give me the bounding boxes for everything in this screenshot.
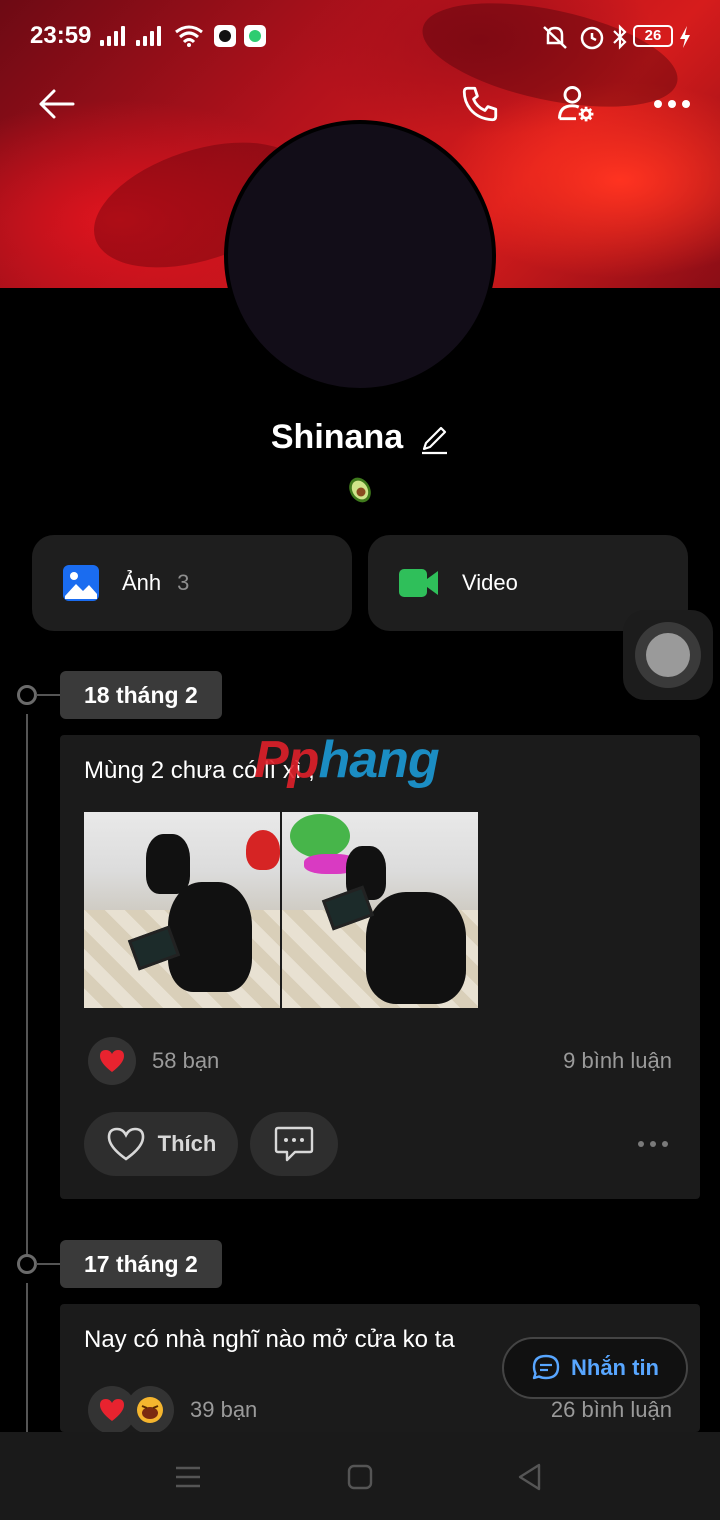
- video-label: Video: [462, 570, 518, 595]
- photo-toy: [246, 830, 280, 870]
- send-message-label: Nhắn tin: [571, 1355, 659, 1380]
- heart-icon: [100, 1050, 124, 1072]
- app-notification-icon: [244, 25, 266, 47]
- timeline-line: [26, 1283, 28, 1433]
- post-actions: Thích: [84, 1112, 676, 1176]
- system-nav-bar: [0, 1432, 720, 1520]
- back-nav-icon[interactable]: [516, 1462, 544, 1492]
- edit-icon[interactable]: [419, 421, 449, 455]
- post-date: 17 tháng 2: [60, 1240, 222, 1288]
- post-more-button[interactable]: [638, 1141, 668, 1147]
- reaction-row[interactable]: 58 bạn 9 bình luận: [88, 1037, 672, 1085]
- avatar[interactable]: [224, 120, 496, 392]
- timeline-dot: [17, 685, 37, 705]
- comment-count[interactable]: 9 bình luận: [563, 1048, 672, 1074]
- alarm-icon: [580, 26, 604, 50]
- chat-icon: [532, 1354, 560, 1380]
- post-photo[interactable]: [84, 812, 280, 1008]
- charging-icon: [680, 26, 690, 48]
- post-card[interactable]: Mùng 2 chưa có lì xì , 58 bạn 9 bình luậ…: [60, 735, 700, 1199]
- reaction-bubble: [126, 1386, 174, 1432]
- watermark-part2: hang: [318, 731, 439, 789]
- profile-screen: 23:59 26 Shinana Ảnh 3 Video 18 tháng 2 …: [0, 0, 720, 1520]
- photo-figure: [146, 834, 190, 894]
- comment-icon: [274, 1126, 314, 1162]
- app-notification-icon: [214, 25, 236, 47]
- send-message-button[interactable]: Nhắn tin: [502, 1337, 688, 1399]
- timeline-line: [26, 714, 28, 1254]
- assistive-touch-button[interactable]: [623, 610, 713, 700]
- mute-vibrate-icon: [543, 26, 567, 49]
- photos-label: Ảnh: [122, 570, 162, 595]
- post-date: 18 tháng 2: [60, 671, 222, 719]
- post-photos[interactable]: [84, 812, 478, 1008]
- like-button[interactable]: Thích: [84, 1112, 238, 1176]
- image-icon: [63, 565, 99, 601]
- reaction-count: 39 bạn: [190, 1397, 258, 1422]
- menu-icon[interactable]: [174, 1464, 202, 1490]
- photo-figure: [168, 882, 252, 992]
- timeline-tick: [36, 694, 60, 696]
- laughing-emoji-icon: [137, 1397, 163, 1423]
- assistive-inner: [646, 633, 690, 677]
- back-button[interactable]: [30, 78, 82, 130]
- call-button[interactable]: [454, 78, 506, 130]
- battery-indicator: 26: [633, 25, 673, 47]
- photos-card[interactable]: Ảnh 3: [32, 535, 352, 631]
- photo-toy: [290, 814, 350, 858]
- watermark-logo: Pphang: [254, 730, 440, 790]
- photos-count: 3: [177, 570, 190, 595]
- reaction-bubble: [88, 1037, 136, 1085]
- profile-name-row: Shinana: [0, 418, 720, 457]
- bluetooth-icon: [613, 24, 627, 50]
- reaction-count: 58 bạn: [152, 1048, 220, 1073]
- timeline-tick: [36, 1263, 60, 1265]
- watermark-part1: Pp: [254, 731, 319, 789]
- comment-count[interactable]: 26 bình luận: [551, 1397, 672, 1423]
- timeline-dot: [17, 1254, 37, 1274]
- wifi-icon: [175, 25, 203, 47]
- avocado-emoji-icon: [349, 477, 371, 503]
- home-icon[interactable]: [346, 1463, 374, 1491]
- more-options-button[interactable]: [646, 78, 698, 130]
- heart-icon: [100, 1399, 124, 1421]
- phone-icon: [462, 86, 498, 122]
- status-bar: 23:59 26: [0, 0, 720, 72]
- more-icon: [654, 100, 690, 108]
- profile-name: Shinana: [270, 418, 404, 456]
- profile-settings-button[interactable]: [550, 78, 602, 130]
- comment-button[interactable]: [250, 1112, 338, 1176]
- photo-figure: [366, 892, 466, 1004]
- back-arrow-icon: [39, 89, 75, 119]
- signal-icon: [136, 26, 161, 46]
- signal-icon: [100, 26, 125, 46]
- like-label: Thích: [157, 1131, 217, 1156]
- status-time: 23:59: [30, 22, 92, 49]
- post-photo[interactable]: [282, 812, 478, 1008]
- user-settings-icon: [558, 86, 594, 122]
- post-text: Nay có nhà nghĩ nào mở cửa ko ta: [84, 1326, 455, 1353]
- video-camera-icon: [399, 569, 438, 597]
- heart-icon: [107, 1127, 144, 1161]
